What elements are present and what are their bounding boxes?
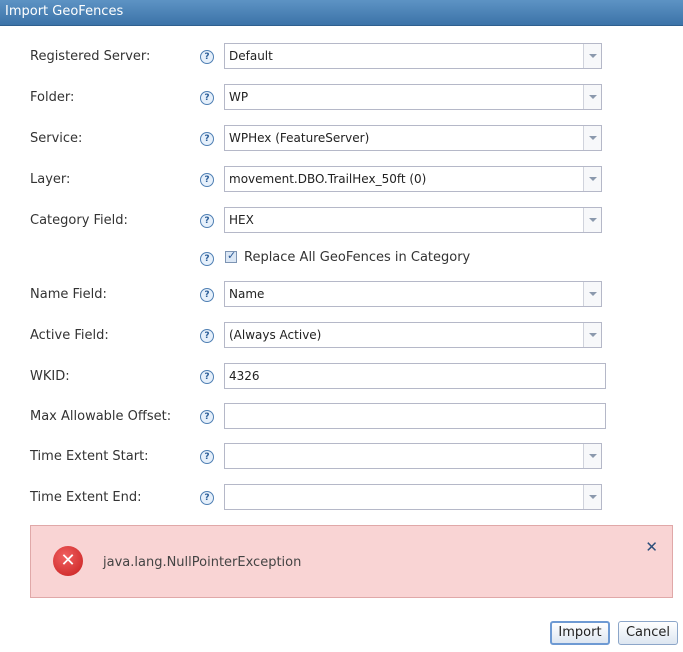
name-field-label: Name Field: [30, 287, 107, 302]
registered-server-label: Registered Server: [30, 49, 151, 64]
help-icon[interactable]: ? [200, 410, 214, 424]
import-button[interactable]: Import [550, 621, 610, 645]
registered-server-row: Registered Server: ? Default [0, 43, 683, 71]
active-field-row: Active Field: ? (Always Active) [0, 322, 683, 350]
wkid-input[interactable]: 4326 [224, 363, 606, 389]
service-row: Service: ? WPHex (FeatureServer) [0, 125, 683, 153]
chevron-down-icon[interactable] [583, 126, 601, 150]
chevron-down-icon[interactable] [583, 167, 601, 191]
folder-row: Folder: ? WP [0, 84, 683, 112]
layer-label: Layer: [30, 172, 71, 187]
chevron-down-icon[interactable] [583, 282, 601, 306]
registered-server-select[interactable]: Default [224, 43, 602, 69]
chevron-down-icon[interactable] [583, 444, 601, 468]
help-icon[interactable]: ? [200, 288, 214, 302]
help-icon[interactable]: ? [200, 252, 214, 266]
error-banner: ✕ java.lang.NullPointerException ✕ [30, 525, 673, 598]
time-start-row: Time Extent Start: ? [0, 443, 683, 471]
replace-all-checkbox[interactable] [225, 249, 237, 263]
help-icon[interactable]: ? [200, 91, 214, 105]
active-field-select[interactable]: (Always Active) [224, 322, 602, 348]
name-field-select[interactable]: Name [224, 281, 602, 307]
active-field-label: Active Field: [30, 328, 109, 343]
name-field-row: Name Field: ? Name [0, 281, 683, 309]
category-field-select[interactable]: HEX [224, 207, 602, 233]
wkid-label: WKID: [30, 369, 70, 384]
close-icon[interactable]: ✕ [645, 538, 658, 556]
chevron-down-icon[interactable] [583, 85, 601, 109]
help-icon[interactable]: ? [200, 214, 214, 228]
chevron-down-icon[interactable] [583, 44, 601, 68]
replace-all-row: ? Replace All GeoFences in Category [0, 245, 683, 273]
chevron-down-icon[interactable] [583, 208, 601, 232]
max-offset-label: Max Allowable Offset: [30, 409, 172, 424]
wkid-row: WKID: ? 4326 [0, 363, 683, 391]
category-field-row: Category Field: ? HEX [0, 207, 683, 235]
help-icon[interactable]: ? [200, 329, 214, 343]
help-icon[interactable]: ? [200, 450, 214, 464]
time-start-select[interactable] [224, 443, 602, 469]
service-select[interactable]: WPHex (FeatureServer) [224, 125, 602, 151]
category-field-label: Category Field: [30, 213, 128, 228]
service-label: Service: [30, 131, 83, 146]
cancel-button[interactable]: Cancel [618, 621, 678, 645]
help-icon[interactable]: ? [200, 50, 214, 64]
folder-label: Folder: [30, 90, 75, 105]
title-bar: Import GeoFences [0, 0, 683, 26]
help-icon[interactable]: ? [200, 370, 214, 384]
replace-all-label[interactable]: Replace All GeoFences in Category [244, 250, 470, 265]
max-offset-row: Max Allowable Offset: ? [0, 403, 683, 431]
time-start-label: Time Extent Start: [30, 449, 149, 464]
help-icon[interactable]: ? [200, 173, 214, 187]
dialog-title: Import GeoFences [5, 4, 124, 19]
time-end-label: Time Extent End: [30, 490, 142, 505]
max-offset-input[interactable] [224, 403, 606, 429]
time-end-select[interactable] [224, 484, 602, 510]
chevron-down-icon[interactable] [583, 485, 601, 509]
help-icon[interactable]: ? [200, 491, 214, 505]
chevron-down-icon[interactable] [583, 323, 601, 347]
layer-row: Layer: ? movement.DBO.TrailHex_50ft (0) [0, 166, 683, 194]
time-end-row: Time Extent End: ? [0, 484, 683, 512]
error-icon: ✕ [53, 546, 83, 576]
folder-select[interactable]: WP [224, 84, 602, 110]
help-icon[interactable]: ? [200, 132, 214, 146]
error-message: java.lang.NullPointerException [103, 555, 302, 570]
layer-select[interactable]: movement.DBO.TrailHex_50ft (0) [224, 166, 602, 192]
